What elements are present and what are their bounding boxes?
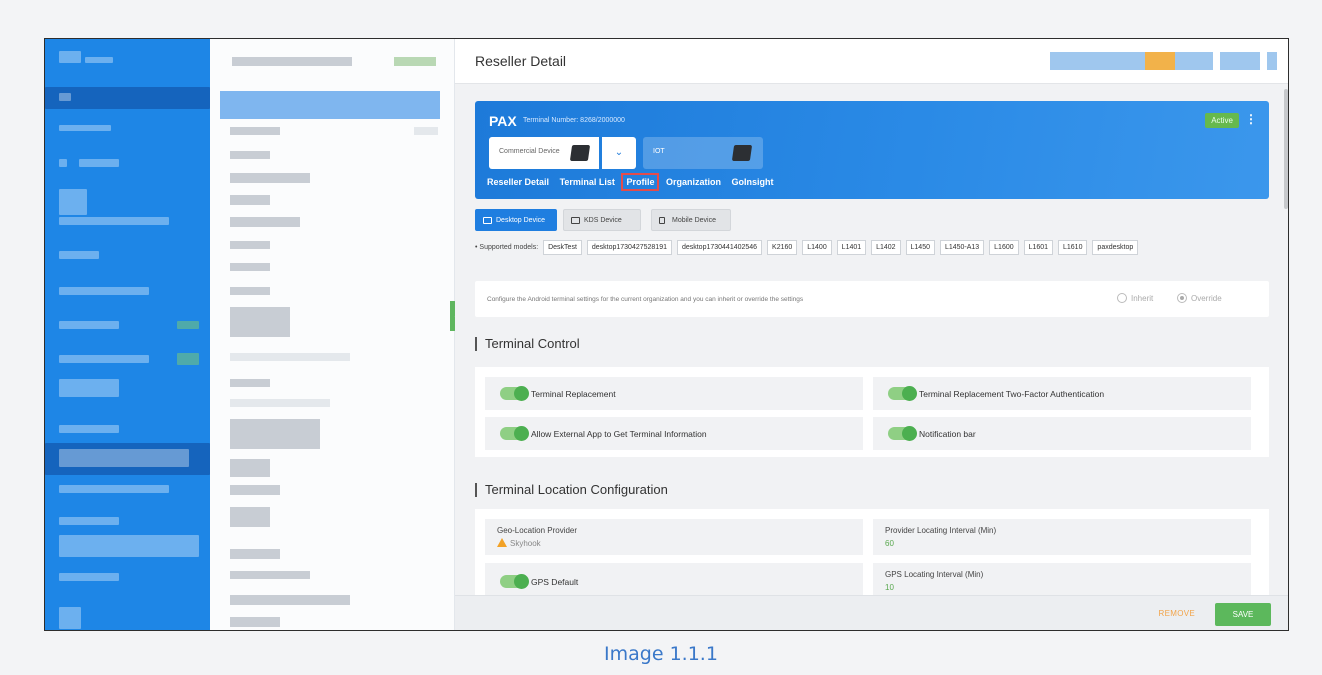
gps-interval-field[interactable]: GPS Locating Interval (Min) 10 (873, 563, 1251, 599)
profile-content: PAX Terminal Number: 8268/2000000 Active… (475, 101, 1269, 609)
toggle-switch[interactable] (888, 386, 917, 401)
geo-provider-label: Geo-Location Provider (497, 526, 578, 535)
config-mode-bar: Configure the Android terminal settings … (475, 281, 1269, 317)
mobile-icon (659, 217, 665, 224)
tab-mobile-device[interactable]: Mobile Device (651, 209, 731, 231)
models-label: • Supported models: (475, 244, 539, 251)
model-chip: L1450 (905, 240, 935, 255)
device-type-iot-label: IOT (653, 148, 665, 155)
model-chip: DeskTest (543, 240, 582, 255)
remove-button[interactable]: REMOVE (1159, 609, 1195, 618)
model-chip: K2160 (767, 240, 798, 255)
more-options-icon[interactable]: ⋮ (1245, 113, 1257, 125)
setting-row: Allow External App to Get Terminal Infor… (485, 417, 863, 450)
toggle-switch[interactable] (500, 386, 529, 401)
iot-device-image (731, 145, 753, 161)
toggle-switch[interactable] (500, 426, 529, 441)
device-image (569, 145, 591, 161)
model-chip: L1600 (989, 240, 1019, 255)
model-chip: L1400 (802, 240, 832, 255)
chevron-down-icon[interactable]: ⌄ (602, 137, 636, 169)
model-chip: L1401 (836, 240, 867, 255)
model-chip: desktop1730441402546 (676, 240, 763, 255)
sidebar-nav (45, 39, 210, 630)
radio-override[interactable]: Override (1177, 293, 1222, 303)
reseller-list (210, 39, 455, 630)
model-chip: L1402 (871, 240, 901, 255)
terminal-control-panel: Terminal Replacement Terminal Replacemen… (475, 367, 1269, 457)
save-button[interactable]: SAVE (1215, 603, 1271, 626)
desktop-icon (483, 217, 492, 224)
action-footer: REMOVE SAVE (455, 595, 1288, 630)
section-location-title: Terminal Location Configuration (475, 483, 668, 497)
tab-reseller-detail[interactable]: Reseller Detail (487, 177, 549, 187)
model-chip: L1610 (1058, 240, 1088, 255)
status-badge: Active (1205, 113, 1239, 128)
main-content: Reseller Detail PAX Terminal Number: 826… (455, 39, 1288, 630)
provider-interval-field[interactable]: Provider Locating Interval (Min) 60 (873, 519, 1251, 555)
setting-row: Terminal Replacement (485, 377, 863, 410)
terminal-header: PAX Terminal Number: 8268/2000000 Active… (475, 101, 1269, 199)
setting-label: Terminal Replacement Two-Factor Authenti… (919, 389, 1105, 399)
section-terminal-control-title: Terminal Control (475, 337, 580, 351)
terminal-number: Terminal Number: 8268/2000000 (523, 117, 625, 124)
model-chip: paxdesktop (1092, 240, 1139, 255)
setting-row: Terminal Replacement Two-Factor Authenti… (873, 377, 1251, 410)
tab-terminal-list[interactable]: Terminal List (560, 177, 615, 187)
radio-circle-icon (1117, 293, 1127, 303)
tab-kds-device[interactable]: KDS Device (563, 209, 641, 231)
config-note: Configure the Android terminal settings … (487, 296, 804, 303)
brand-logo: PAX (489, 113, 517, 129)
tab-desktop-device[interactable]: Desktop Device (475, 209, 557, 231)
kds-icon (571, 217, 580, 224)
radio-inherit[interactable]: Inherit (1117, 293, 1153, 303)
model-chip: desktop1730427528191 (586, 240, 672, 255)
scrollbar[interactable] (1284, 89, 1288, 209)
gps-interval-value: 10 (885, 583, 894, 592)
setting-label: GPS Default (531, 577, 579, 587)
provider-interval-value: 60 (885, 539, 894, 548)
top-bar: Reseller Detail (455, 39, 1288, 84)
location-panel: Geo-Location Provider Skyhook Provider L… (475, 509, 1269, 609)
tab-organization[interactable]: Organization (666, 177, 721, 187)
setting-row: Notification bar (873, 417, 1251, 450)
page-title: Reseller Detail (475, 53, 567, 69)
warning-icon (497, 538, 507, 547)
device-type-select[interactable]: Commercial Device ⌄ (489, 137, 636, 169)
tab-goinsight[interactable]: GoInsight (732, 177, 774, 187)
device-type-label: Commercial Device (499, 148, 560, 155)
terminal-tabs: Reseller Detail Terminal List Profile Or… (487, 173, 782, 191)
app-window: ‹ Reseller Detail PAX Terminal Number: 8… (44, 38, 1289, 631)
setting-row: GPS Default (485, 563, 863, 599)
tab-profile[interactable]: Profile (621, 173, 660, 191)
model-chip: L1450-A13 (939, 240, 985, 255)
setting-label: Allow External App to Get Terminal Infor… (531, 429, 707, 439)
model-chip: L1601 (1023, 240, 1054, 255)
geo-provider-field[interactable]: Geo-Location Provider Skyhook (485, 519, 863, 555)
image-caption: Image 1.1.1 (604, 643, 718, 665)
toggle-switch[interactable] (888, 426, 917, 441)
setting-label: Notification bar (919, 429, 976, 439)
toggle-switch[interactable] (500, 574, 529, 589)
supported-models: • Supported models: DeskTest desktop1730… (475, 240, 1139, 255)
provider-interval-label: Provider Locating Interval (Min) (885, 526, 997, 535)
setting-label: Terminal Replacement (531, 389, 616, 399)
radio-checked-icon (1177, 293, 1187, 303)
gps-interval-label: GPS Locating Interval (Min) (885, 570, 984, 579)
geo-provider-value: Skyhook (497, 538, 541, 548)
account-menu[interactable] (1050, 52, 1145, 70)
device-type-iot[interactable]: IOT (643, 137, 763, 169)
